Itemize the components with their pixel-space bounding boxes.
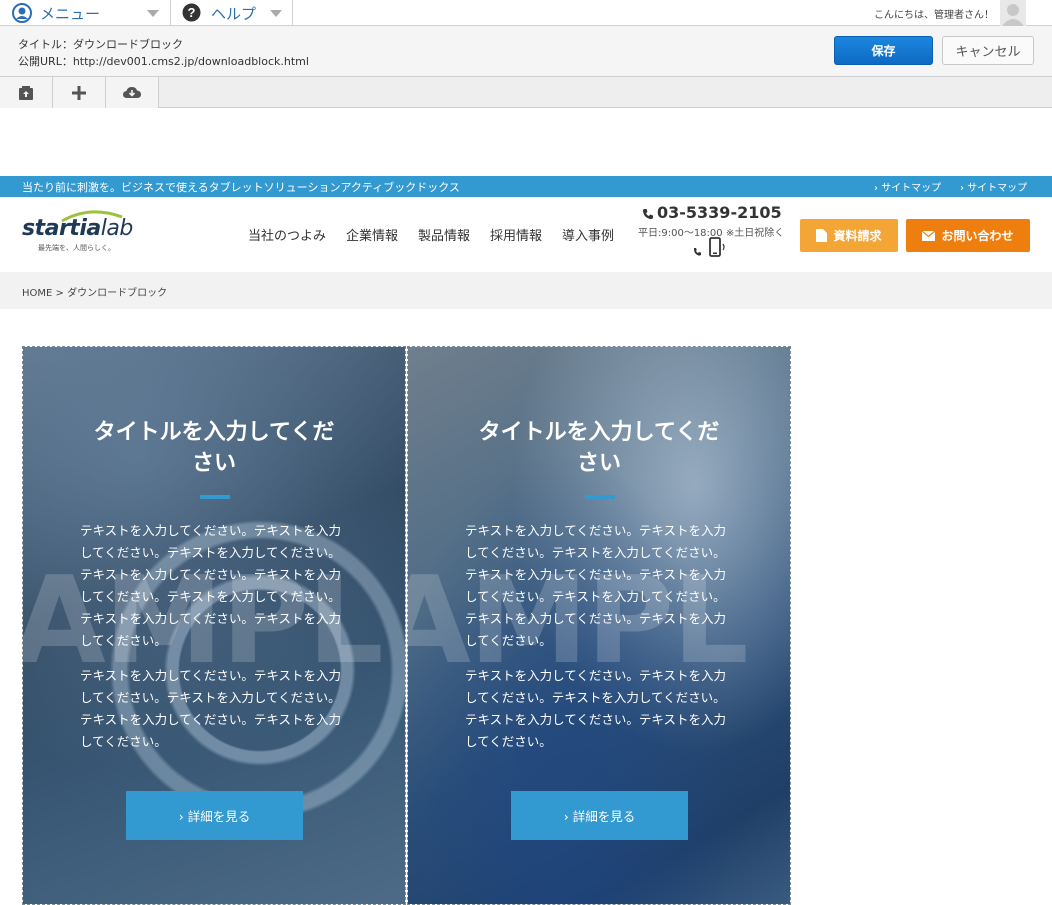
nav-item-company[interactable]: 企業情報: [346, 225, 398, 244]
document-request-button[interactable]: 資料請求: [800, 219, 898, 252]
menu-label: メニュー: [40, 5, 101, 23]
card-text: テキストを入力してください。テキストを入力してください。テキストを入力してくださ…: [465, 668, 727, 749]
detail-button[interactable]: › 詳細を見る: [511, 791, 688, 840]
cms-top-bar: メニュー ? ヘルプ こんにちは、管理者さん！: [0, 0, 1052, 26]
help-icon: ?: [182, 3, 201, 22]
breadcrumb-text[interactable]: HOME > ダウンロードブロック: [22, 284, 167, 299]
card-text: テキストを入力してください。テキストを入力してください。テキストを入力してくださ…: [80, 668, 342, 749]
mobile-phone-icon: [694, 237, 725, 257]
site-top-bar: 当たり前に刺激を。ビジネスで使えるタブレットソリューションアクティブックドックス…: [0, 176, 1052, 197]
mail-icon: [922, 230, 936, 241]
archive-button[interactable]: [0, 77, 53, 108]
contact-button[interactable]: お問い合わせ: [906, 219, 1030, 252]
avatar[interactable]: [1000, 0, 1026, 26]
title-divider: [200, 495, 230, 499]
cms-logo-icon: [12, 3, 32, 23]
site-tagline: 当たり前に刺激を。ビジネスで使えるタブレットソリューションアクティブックドックス: [22, 181, 460, 194]
card-text: テキストを入力してください。テキストを入力してください。テキストを入力してくださ…: [465, 523, 727, 648]
nav-item-recruit[interactable]: 採用情報: [490, 225, 542, 244]
public-url: 公開URL：http://dev001.cms2.jp/downloadbloc…: [18, 55, 309, 68]
contact-label: お問い合わせ: [941, 229, 1014, 243]
add-block-button[interactable]: [53, 77, 106, 108]
card-title: タイトルを入力してください: [478, 420, 720, 476]
page-title: タイトル：ダウンロードブロック: [18, 38, 183, 51]
logo-word-lab: lab: [100, 216, 134, 241]
download-button[interactable]: [106, 77, 159, 108]
chevron-down-icon: [147, 10, 159, 17]
cancel-button[interactable]: キャンセル: [942, 36, 1034, 65]
logo-word-main: startia: [22, 216, 101, 241]
user-icon: [1002, 4, 1024, 26]
breadcrumb: HOME > ダウンロードブロック: [0, 272, 1052, 309]
card-text: テキストを入力してください。テキストを入力してください。テキストを入力してくださ…: [80, 523, 342, 648]
document-request-label: 資料請求: [833, 229, 882, 243]
greeting-text: こんにちは、管理者さん！: [874, 10, 994, 21]
chevron-down-icon: [270, 10, 282, 17]
help-dropdown[interactable]: ? ヘルプ: [171, 0, 293, 26]
svg-text:?: ?: [188, 5, 196, 20]
cms-toolbar: [0, 77, 1052, 108]
nav-item-cases[interactable]: 導入事例: [562, 225, 614, 244]
title-divider: [585, 495, 615, 499]
download-card: AMPL タイトルを入力してください テキストを入力してください。テキストを入力…: [407, 346, 791, 905]
sitemap-link-label: サイトマップ: [967, 183, 1028, 194]
download-card: AMPL タイトルを入力してください テキストを入力してください。テキストを入力…: [22, 346, 406, 905]
document-icon: [816, 229, 828, 242]
phone-icon: [643, 209, 653, 220]
sitemap-link[interactable]: › サイトマップ: [874, 179, 941, 194]
sitemap-link[interactable]: › サイトマップ: [960, 179, 1027, 194]
archive-icon: [19, 85, 33, 100]
cloud-download-icon: [123, 86, 141, 98]
cms-page-info: タイトル：ダウンロードブロック 公開URL：http://dev001.cms2…: [0, 26, 1052, 77]
nav-item-products[interactable]: 製品情報: [418, 225, 470, 244]
menu-dropdown[interactable]: メニュー: [0, 0, 171, 26]
nav-item-strengths[interactable]: 当社のつよみ: [248, 225, 326, 244]
detail-button[interactable]: › 詳細を見る: [126, 791, 303, 840]
card-title: タイトルを入力してください: [93, 420, 335, 476]
logo-wordmark: startialab: [22, 216, 133, 241]
logo-tagline: 最先端を、人間らしく。: [38, 244, 115, 252]
save-button[interactable]: 保存: [834, 36, 933, 65]
phone-number[interactable]: 03-5339-2105: [657, 203, 782, 222]
sitemap-link-label: サイトマップ: [881, 183, 942, 194]
plus-icon: [72, 85, 86, 100]
site-header: startialab 最先端を、人間らしく。 当社のつよみ 企業情報 製品情報 …: [0, 197, 1052, 272]
help-label: ヘルプ: [211, 5, 257, 23]
